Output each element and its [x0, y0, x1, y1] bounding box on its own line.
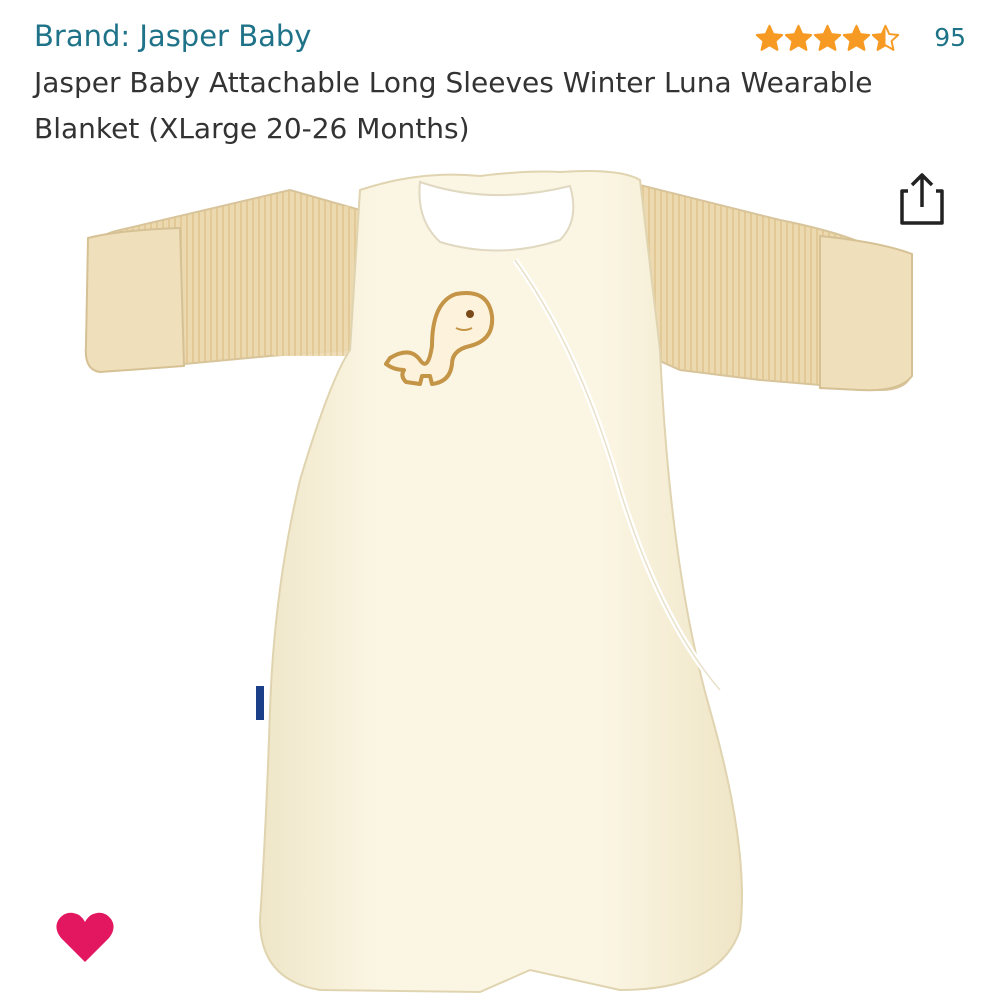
- star-rating: [755, 22, 900, 54]
- star-half-icon: [872, 24, 900, 51]
- product-title: Jasper Baby Attachable Long Sleeves Wint…: [34, 66, 873, 145]
- star-full-icon: [814, 24, 842, 51]
- star-full-icon: [785, 24, 813, 51]
- share-button[interactable]: [896, 170, 948, 226]
- product-detail-page: Brand: Jasper Baby 95 Jasper Baby Attach…: [0, 0, 1000, 1000]
- star-full-icon: [756, 24, 784, 51]
- star-full-icon: [843, 24, 871, 51]
- product-image[interactable]: [60, 150, 940, 1000]
- heart-icon: [56, 912, 114, 962]
- wishlist-button[interactable]: [52, 904, 118, 970]
- label-tag: [256, 686, 264, 720]
- rating-count[interactable]: 95: [934, 22, 966, 54]
- left-sleeve: [84, 188, 362, 374]
- rating-summary[interactable]: 95: [755, 20, 966, 56]
- share-icon: [900, 173, 944, 225]
- right-sleeve: [618, 178, 914, 392]
- brand-link[interactable]: Brand: Jasper Baby: [34, 16, 311, 56]
